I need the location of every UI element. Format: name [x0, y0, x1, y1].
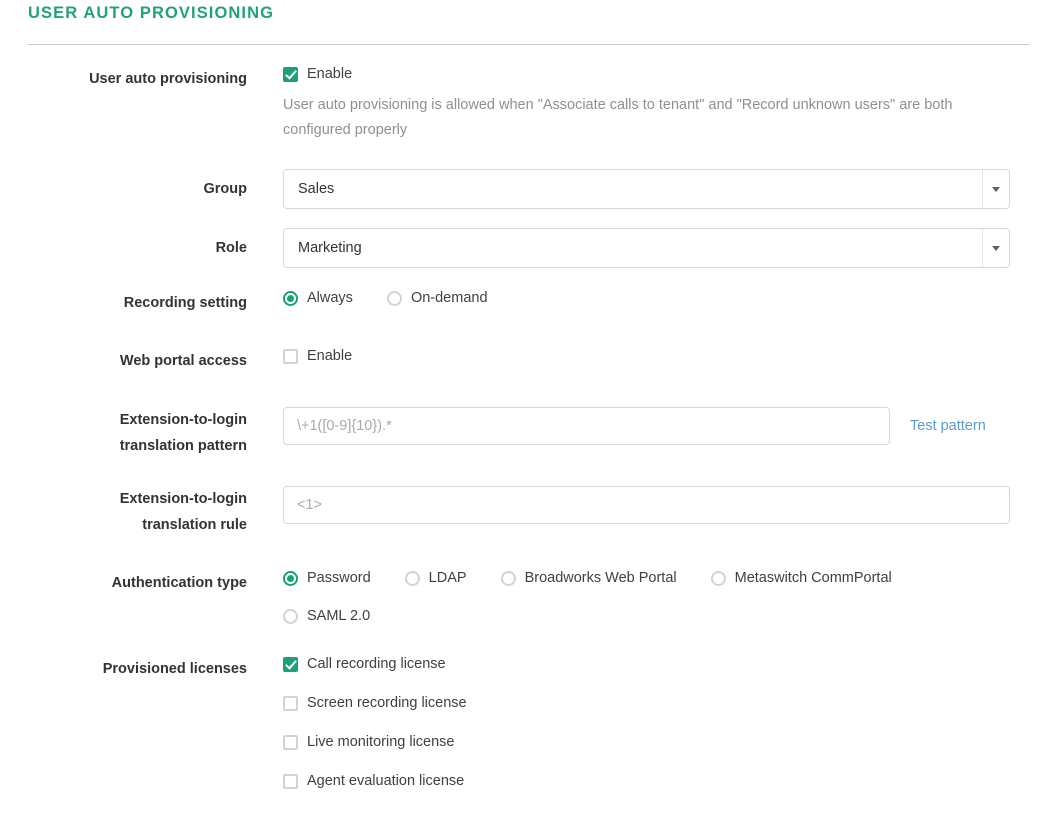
checkbox-checked-icon — [283, 656, 298, 672]
checkbox-unchecked-icon — [283, 695, 298, 711]
radio-unselected-icon — [386, 290, 402, 306]
authentication-type-option-metaswitch-commportal-label: Metaswitch CommPortal — [734, 570, 892, 586]
authentication-type-option-ldap-label: LDAP — [428, 570, 467, 586]
label-user-auto-provisioning: User auto provisioning — [89, 71, 247, 87]
label-translation-pattern-line2: translation pattern — [119, 438, 247, 454]
radio-unselected-icon — [710, 570, 726, 586]
label-translation-rule-line1: Extension-to-login — [119, 491, 247, 507]
checkbox-unchecked-icon — [283, 734, 298, 750]
role-select[interactable]: Marketing — [283, 228, 1010, 268]
radio-unselected-icon — [283, 608, 298, 624]
settings-form: User auto provisioning Enable User auto … — [0, 66, 1045, 789]
field-authentication-type: Password LDAP Broadworks Web Portal Meta… — [247, 570, 1045, 624]
group-select-value: Sales — [298, 181, 335, 197]
field-translation-rule — [247, 486, 1045, 524]
authentication-type-option-password-label: Password — [307, 570, 371, 586]
label-web-portal-access: Web portal access — [119, 353, 247, 369]
web-portal-access-options: Enable — [283, 348, 1045, 364]
header-divider — [28, 44, 1030, 45]
authentication-type-options: Password LDAP Broadworks Web Portal Meta… — [283, 570, 1045, 586]
recording-setting-option-on-demand[interactable]: On-demand — [386, 290, 488, 306]
label-translation-pattern: Extension-to-login translation pattern — [0, 407, 247, 459]
user-auto-provisioning-page: User auto provisioning User auto provisi… — [0, 0, 1045, 828]
label-translation-rule: Extension-to-login translation rule — [0, 486, 247, 538]
user-auto-provisioning-enable-checkbox[interactable]: Enable — [283, 66, 352, 82]
label-group: Group — [203, 181, 248, 197]
recording-setting-option-always-label: Always — [307, 290, 353, 306]
radio-selected-icon — [283, 570, 298, 586]
authentication-type-options-row2: SAML 2.0 — [283, 608, 1045, 624]
label-role: Role — [215, 240, 247, 256]
row-translation-pattern: Extension-to-login translation pattern T… — [0, 407, 1045, 459]
field-role: Marketing — [247, 228, 1045, 268]
label-provisioned-licenses: Provisioned licenses — [102, 661, 247, 677]
field-recording-setting: Always On-demand — [247, 290, 1045, 306]
web-portal-access-enable-label: Enable — [307, 348, 353, 364]
authentication-type-option-broadworks-web-portal[interactable]: Broadworks Web Portal — [500, 570, 677, 586]
field-user-auto-provisioning: Enable User auto provisioning is allowed… — [247, 66, 1045, 143]
authentication-type-option-ldap[interactable]: LDAP — [404, 570, 467, 586]
radio-unselected-icon — [500, 570, 516, 586]
recording-setting-options: Always On-demand — [283, 290, 1045, 306]
checkbox-unchecked-icon — [283, 348, 298, 364]
chevron-down-icon — [992, 245, 1000, 251]
row-web-portal-access: Web portal access Enable — [0, 348, 1045, 374]
role-select-value: Marketing — [298, 240, 362, 256]
row-recording-setting: Recording setting Always On-demand — [0, 290, 1045, 316]
row-translation-rule: Extension-to-login translation rule — [0, 486, 1045, 538]
provisioned-license-live-monitoring-label: Live monitoring license — [307, 734, 455, 750]
label-recording-setting: Recording setting — [123, 295, 247, 311]
provisioned-license-live-monitoring-checkbox[interactable]: Live monitoring license — [283, 734, 1011, 750]
provisioned-license-screen-recording-label: Screen recording license — [307, 695, 467, 711]
authentication-type-option-metaswitch-commportal[interactable]: Metaswitch CommPortal — [710, 570, 892, 586]
field-provisioned-licenses: Call recording license Screen recording … — [247, 656, 1045, 789]
authentication-type-option-broadworks-web-portal-label: Broadworks Web Portal — [524, 570, 677, 586]
provisioned-license-agent-evaluation-label: Agent evaluation license — [307, 773, 465, 789]
authentication-type-option-saml-2-0[interactable]: SAML 2.0 — [283, 608, 370, 624]
field-group: Sales — [247, 169, 1045, 209]
label-translation-pattern-line1: Extension-to-login — [119, 412, 247, 428]
translation-pattern-input[interactable] — [283, 407, 890, 445]
authentication-type-option-saml-2-0-label: SAML 2.0 — [307, 608, 371, 624]
user-auto-provisioning-help-text: User auto provisioning is allowed when "… — [283, 97, 953, 138]
recording-setting-option-on-demand-label: On-demand — [410, 290, 488, 306]
translation-pattern-row: Test pattern — [283, 407, 1045, 445]
web-portal-access-enable-checkbox[interactable]: Enable — [283, 348, 352, 364]
checkbox-checked-icon — [283, 66, 298, 82]
row-authentication-type: Authentication type Password LDAP Broadw… — [0, 570, 1045, 624]
radio-unselected-icon — [404, 570, 420, 586]
row-role: Role Marketing — [0, 228, 1045, 268]
label-authentication-type: Authentication type — [111, 575, 247, 591]
group-select[interactable]: Sales — [283, 169, 1010, 209]
provisioned-license-agent-evaluation-checkbox[interactable]: Agent evaluation license — [283, 773, 1045, 789]
radio-selected-icon — [283, 290, 298, 306]
field-translation-pattern: Test pattern — [247, 407, 1045, 445]
user-auto-provisioning-options: Enable — [283, 66, 1045, 82]
checkbox-unchecked-icon — [283, 773, 298, 789]
chevron-down-icon — [992, 186, 1000, 192]
provisioned-license-call-recording-label: Call recording license — [307, 656, 446, 672]
role-select-toggle[interactable] — [982, 229, 1009, 267]
provisioned-license-call-recording-checkbox[interactable]: Call recording license — [283, 656, 1011, 672]
test-pattern-link[interactable]: Test pattern — [910, 418, 986, 434]
authentication-type-option-password[interactable]: Password — [283, 570, 371, 586]
row-provisioned-licenses: Provisioned licenses Call recording lice… — [0, 656, 1045, 789]
group-select-toggle[interactable] — [982, 170, 1009, 208]
user-auto-provisioning-enable-label: Enable — [307, 66, 353, 82]
row-group: Group Sales — [0, 169, 1045, 209]
row-user-auto-provisioning: User auto provisioning Enable User auto … — [0, 66, 1045, 143]
field-web-portal-access: Enable — [247, 348, 1045, 364]
page-title: User auto provisioning — [28, 4, 275, 22]
provisioned-license-screen-recording-checkbox[interactable]: Screen recording license — [283, 695, 1011, 711]
translation-rule-input[interactable] — [283, 486, 1010, 524]
label-translation-rule-line2: translation rule — [142, 517, 247, 533]
recording-setting-option-always[interactable]: Always — [283, 290, 353, 306]
